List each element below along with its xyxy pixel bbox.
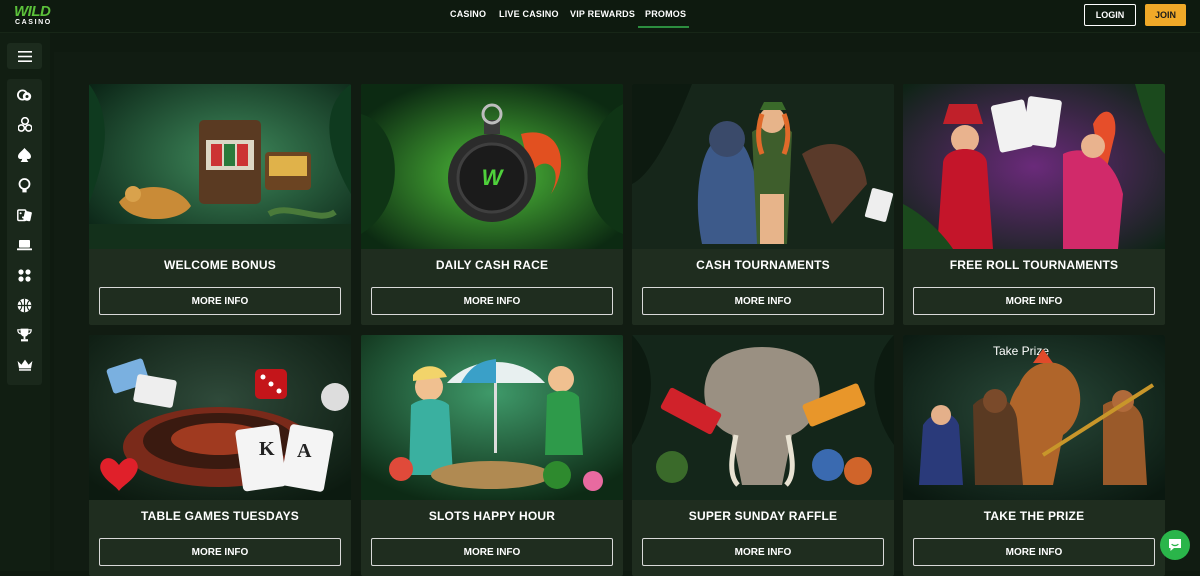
promo-title: DAILY CASH RACE bbox=[435, 258, 549, 272]
more-info-button[interactable]: MORE INFO bbox=[371, 287, 613, 315]
svg-text:A: A bbox=[297, 440, 312, 462]
take-the-prize-art[interactable]: Take Prize bbox=[903, 335, 1165, 500]
sidebar-item-trophy[interactable] bbox=[7, 320, 42, 350]
more-info-button[interactable]: MORE INFO bbox=[99, 538, 341, 566]
helmet-icon bbox=[18, 177, 31, 192]
live-chat-button[interactable] bbox=[1160, 530, 1190, 560]
promo-title: FREE ROLL TOURNAMENTS bbox=[949, 258, 1119, 272]
nav-casino[interactable]: CASINO bbox=[450, 9, 486, 19]
join-button[interactable]: JOIN bbox=[1145, 4, 1186, 26]
sidebar-item-grid[interactable] bbox=[7, 260, 42, 290]
nav-active-indicator bbox=[638, 26, 689, 28]
nav-promos[interactable]: PROMOS bbox=[645, 9, 686, 19]
grid-icon bbox=[18, 268, 31, 282]
promo-title: WELCOME BONUS bbox=[164, 258, 276, 272]
more-info-button[interactable]: MORE INFO bbox=[371, 538, 613, 566]
hamburger-icon bbox=[17, 50, 32, 62]
promo-title: TAKE THE PRIZE bbox=[983, 509, 1085, 523]
svg-text:K: K bbox=[259, 438, 275, 460]
crown-icon bbox=[17, 359, 32, 371]
super-sunday-raffle-art[interactable] bbox=[632, 335, 894, 500]
welcome-bonus-art[interactable] bbox=[89, 84, 351, 249]
free-roll-tournaments-art[interactable] bbox=[903, 84, 1165, 249]
more-info-button[interactable]: MORE INFO bbox=[913, 538, 1155, 566]
svg-text:W: W bbox=[482, 165, 505, 190]
promo-title: SLOTS HAPPY HOUR bbox=[428, 509, 556, 523]
sidebar-item-dice[interactable] bbox=[7, 200, 42, 230]
nav-vip-rewards[interactable]: VIP REWARDS bbox=[570, 9, 635, 19]
main-nav: CASINO LIVE CASINO VIP REWARDS PROMOS bbox=[0, 0, 1200, 33]
sidebar-item-chips[interactable] bbox=[7, 80, 42, 110]
more-info-button[interactable]: MORE INFO bbox=[642, 538, 884, 566]
cash-tournaments-art[interactable] bbox=[632, 84, 894, 249]
laptop-icon bbox=[17, 240, 32, 251]
dice-icon bbox=[17, 208, 32, 221]
basketball-icon bbox=[17, 298, 32, 312]
more-info-button[interactable]: MORE INFO bbox=[642, 287, 884, 315]
sidebar-item-helmet[interactable] bbox=[7, 170, 42, 200]
sidebar-item-tree[interactable] bbox=[7, 110, 42, 140]
sidebar-category-list bbox=[7, 79, 42, 385]
chat-bubble-icon bbox=[1169, 539, 1181, 551]
promo-card-table-games-tuesdays: K A TABLE GAMES TUESDAYS MORE INFO bbox=[89, 335, 351, 576]
promo-title: SUPER SUNDAY RAFFLE bbox=[688, 509, 838, 523]
sidebar-item-laptop[interactable] bbox=[7, 230, 42, 260]
tree-icon bbox=[17, 117, 32, 132]
spade-icon bbox=[18, 148, 31, 162]
promo-title: TABLE GAMES TUESDAYS bbox=[140, 509, 300, 523]
slots-happy-hour-art[interactable] bbox=[361, 335, 623, 500]
sidebar-item-crown[interactable] bbox=[7, 350, 42, 380]
promo-card-slots-happy-hour: SLOTS HAPPY HOUR MORE INFO bbox=[361, 335, 623, 576]
nav-live-casino[interactable]: LIVE CASINO bbox=[499, 9, 559, 19]
trophy-icon bbox=[17, 328, 32, 342]
promo-card-super-sunday-raffle: SUPER SUNDAY RAFFLE MORE INFO bbox=[632, 335, 894, 576]
promo-card-take-the-prize: Take Prize TAKE THE PRIZE MORE INFO bbox=[903, 335, 1165, 576]
menu-button[interactable] bbox=[7, 43, 42, 69]
promo-card-free-roll-tournaments: FREE ROLL TOURNAMENTS MORE INFO bbox=[903, 84, 1165, 325]
more-info-button[interactable]: MORE INFO bbox=[913, 287, 1155, 315]
promo-card-daily-cash-race: W DAILY CASH RACE MORE INFO bbox=[361, 84, 623, 325]
promo-card-welcome-bonus: WELCOME BONUS MORE INFO bbox=[89, 84, 351, 325]
chips-icon bbox=[17, 89, 32, 101]
sidebar-item-spade[interactable] bbox=[7, 140, 42, 170]
promo-title: CASH TOURNAMENTS bbox=[696, 258, 830, 272]
login-button[interactable]: LOGIN bbox=[1084, 4, 1136, 26]
sidebar bbox=[0, 33, 50, 571]
top-bar: WILD CASINO CASINO LIVE CASINO VIP REWAR… bbox=[0, 0, 1200, 33]
more-info-button[interactable]: MORE INFO bbox=[99, 287, 341, 315]
promo-card-cash-tournaments: CASH TOURNAMENTS MORE INFO bbox=[632, 84, 894, 325]
daily-cash-race-art[interactable]: W bbox=[361, 84, 623, 249]
sidebar-item-basketball[interactable] bbox=[7, 290, 42, 320]
table-games-tuesdays-art[interactable]: K A bbox=[89, 335, 351, 500]
